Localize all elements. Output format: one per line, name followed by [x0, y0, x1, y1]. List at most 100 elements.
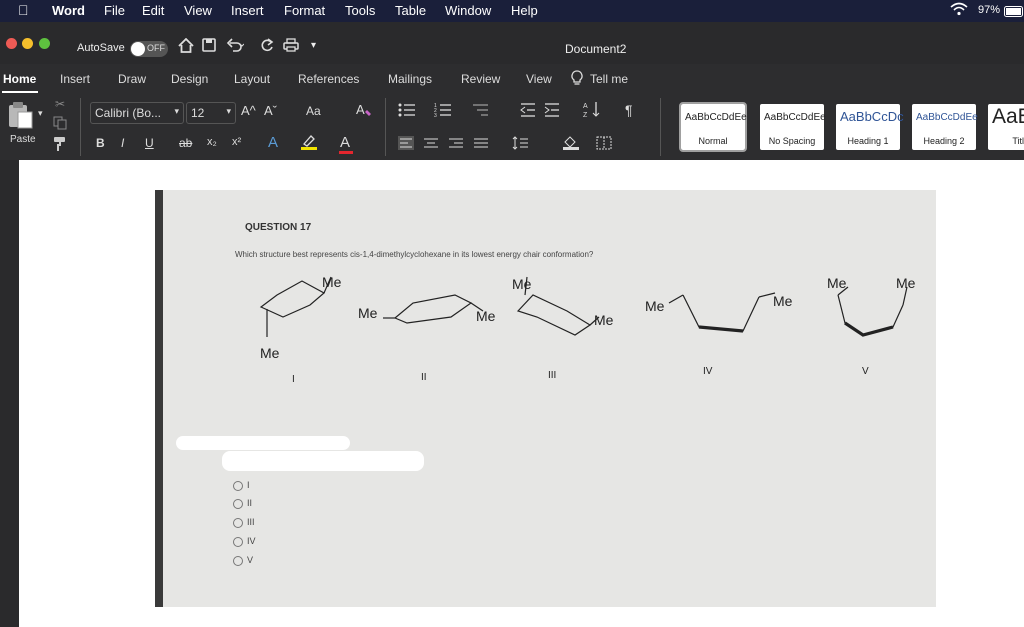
question-text: Which structure best represents cis-1,4-…	[235, 250, 594, 259]
autosave-toggle[interactable]: OFF	[130, 41, 168, 57]
menu-edit[interactable]: Edit	[142, 3, 164, 18]
tab-insert[interactable]: Insert	[60, 72, 90, 86]
decrease-indent-icon[interactable]	[520, 102, 536, 121]
tab-references[interactable]: References	[298, 72, 359, 86]
battery-icon[interactable]	[1004, 5, 1024, 20]
style-heading-1[interactable]: AaBbCcDc Heading 1	[836, 104, 904, 150]
tab-mailings[interactable]: Mailings	[388, 72, 432, 86]
numbering-icon[interactable]: 123	[434, 102, 452, 121]
highlight-icon[interactable]	[300, 134, 318, 153]
clear-formatting-icon[interactable]: A	[356, 102, 372, 121]
svg-text:3: 3	[434, 113, 437, 118]
paste-options-chevron-icon[interactable]: ▾	[38, 108, 43, 119]
answer-option[interactable]: III	[233, 517, 255, 528]
tab-layout[interactable]: Layout	[234, 72, 270, 86]
paste-icon[interactable]	[6, 100, 36, 133]
copy-icon[interactable]	[53, 116, 67, 133]
wifi-icon[interactable]	[950, 2, 968, 19]
align-center-icon[interactable]	[423, 136, 439, 153]
wedge-V	[844, 321, 894, 337]
sort-icon[interactable]: AZ	[583, 100, 601, 121]
menu-window[interactable]: Window	[445, 3, 491, 18]
chair-V	[837, 294, 904, 336]
bullets-icon[interactable]	[398, 102, 416, 121]
undo-icon[interactable]	[226, 38, 245, 55]
style-normal[interactable]: AaBbCcDdEe Normal	[679, 102, 747, 152]
font-color-button[interactable]: A	[340, 134, 350, 151]
answer-option-label: II	[247, 498, 253, 508]
redo-icon[interactable]	[260, 38, 274, 55]
menu-tools[interactable]: Tools	[345, 3, 375, 18]
subscript-button[interactable]: x₂	[207, 136, 217, 148]
chair-III	[516, 294, 592, 336]
print-icon[interactable]	[283, 38, 299, 55]
answer-option[interactable]: IV	[233, 536, 256, 547]
zoom-button[interactable]	[39, 38, 50, 49]
save-icon[interactable]	[202, 38, 216, 55]
answer-option-label: I	[247, 480, 250, 490]
grow-font-button[interactable]: A^	[241, 103, 256, 118]
format-painter-icon[interactable]	[52, 136, 68, 155]
wedge-IV	[698, 325, 744, 333]
tab-view[interactable]: View	[526, 72, 552, 86]
close-button[interactable]	[6, 38, 17, 49]
menu-table[interactable]: Table	[395, 3, 426, 18]
tab-review[interactable]: Review	[461, 72, 500, 86]
battery-percent: 97%	[978, 4, 1001, 16]
shading-icon[interactable]	[562, 134, 580, 153]
answer-option[interactable]: II	[233, 498, 252, 509]
text-effects-button[interactable]: A	[268, 134, 278, 151]
answer-option[interactable]: I	[233, 480, 250, 491]
menu-view[interactable]: View	[184, 3, 212, 18]
tab-design[interactable]: Design	[171, 72, 208, 86]
autosave-state: OFF	[147, 43, 165, 53]
style-heading-2[interactable]: AaBbCcDdEe Heading 2	[912, 104, 978, 150]
me-label: Me	[594, 312, 614, 328]
minimize-button[interactable]	[22, 38, 33, 49]
menu-file[interactable]: File	[104, 3, 125, 18]
align-left-icon[interactable]	[398, 136, 414, 153]
underline-button[interactable]: U	[145, 136, 154, 150]
autosave-label: AutoSave	[77, 42, 125, 54]
strikethrough-button[interactable]: ab	[179, 136, 192, 150]
me-label: Me	[512, 276, 532, 292]
superscript-button[interactable]: x²	[232, 136, 241, 148]
answer-option[interactable]: V	[233, 555, 253, 566]
style-title[interactable]: AaE Titl	[988, 104, 1024, 150]
chair-IV	[682, 294, 760, 332]
style-no-spacing[interactable]: AaBbCcDdEe No Spacing	[760, 104, 826, 150]
menu-insert[interactable]: Insert	[231, 3, 264, 18]
left-margin-strip	[0, 160, 19, 627]
apple-icon[interactable]: 	[18, 2, 29, 18]
lightbulb-icon[interactable]	[571, 70, 583, 89]
font-name-dropdown[interactable]: Calibri (Bo... ▾	[90, 102, 184, 124]
shrink-font-button[interactable]: Aˇ	[264, 103, 277, 118]
italic-button[interactable]: I	[121, 136, 124, 150]
app-name[interactable]: Word	[52, 3, 85, 18]
borders-icon[interactable]	[596, 136, 612, 153]
tab-home[interactable]: Home	[3, 72, 36, 86]
tell-me-search[interactable]: Tell me	[590, 72, 628, 86]
line-spacing-icon[interactable]	[512, 136, 534, 153]
me-label: Me	[896, 275, 916, 291]
align-right-icon[interactable]	[448, 136, 464, 153]
me-label: Me	[645, 298, 665, 314]
home-icon[interactable]	[178, 37, 194, 56]
multilevel-list-icon[interactable]	[471, 102, 489, 121]
justify-icon[interactable]	[473, 136, 489, 153]
chevron-down-icon: ▾	[174, 106, 179, 116]
tab-draw[interactable]: Draw	[118, 72, 146, 86]
customize-toolbar-icon[interactable]: ▾	[311, 40, 316, 51]
increase-indent-icon[interactable]	[544, 102, 560, 121]
me-label: Me	[476, 308, 496, 324]
menu-help[interactable]: Help	[511, 3, 538, 18]
macos-menubar:  Word File Edit View Insert Format Tool…	[0, 0, 1024, 22]
radio-circle	[233, 480, 243, 491]
menu-format[interactable]: Format	[284, 3, 325, 18]
cut-icon[interactable]: ✂	[55, 97, 65, 111]
font-color-swatch	[339, 151, 353, 154]
pilcrow-icon[interactable]: ¶	[625, 102, 633, 118]
bold-button[interactable]: B	[96, 136, 105, 150]
font-size-dropdown[interactable]: 12 ▾	[186, 102, 236, 124]
change-case-button[interactable]: Aa	[306, 104, 321, 118]
